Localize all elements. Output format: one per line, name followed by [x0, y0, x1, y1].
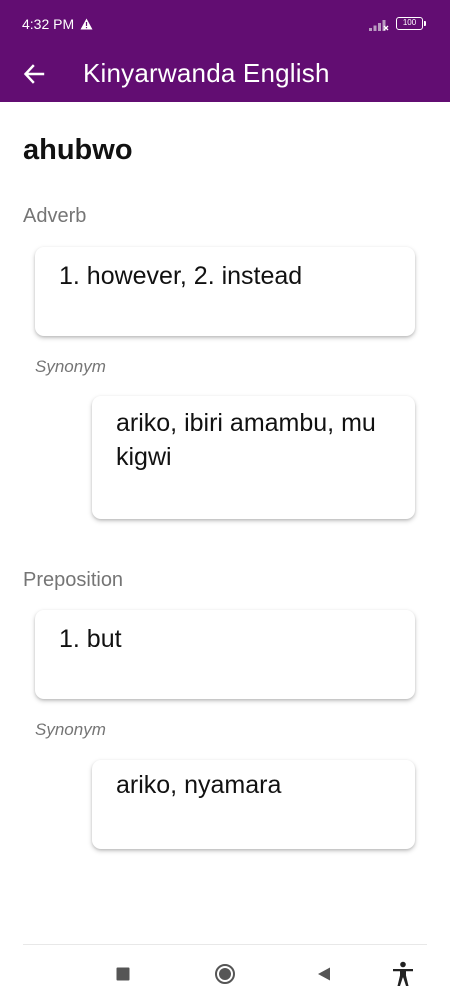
battery-icon: 100 — [396, 17, 426, 30]
back-triangle-icon — [318, 967, 330, 981]
home-button[interactable] — [210, 959, 240, 989]
recents-square-icon — [116, 967, 130, 981]
recents-button[interactable] — [108, 959, 138, 989]
accessibility-icon — [393, 961, 413, 986]
warning-icon — [80, 17, 93, 35]
definition-card: 1. but — [35, 610, 415, 699]
status-bar: 4:32 PM 100 — [0, 0, 450, 46]
accessibility-button[interactable] — [388, 959, 418, 989]
app-title: Kinyarwanda English — [83, 58, 330, 88]
synonym-label: Synonym — [35, 720, 106, 739]
arrow-left-icon — [23, 64, 45, 84]
home-circle-icon — [215, 964, 235, 984]
synonym-card: ariko, ibiri amambu, mu kigwi — [92, 396, 415, 519]
definition-text: 1. but — [59, 625, 122, 653]
back-nav-button[interactable] — [309, 959, 339, 989]
app-bar: Kinyarwanda English — [0, 46, 450, 102]
definition-card: 1. however, 2. instead — [35, 247, 415, 336]
definition-text: 1. however, 2. instead — [59, 262, 303, 290]
synonym-text: ariko, nyamara — [116, 771, 282, 799]
part-of-speech-label: Adverb — [23, 205, 87, 227]
synonym-card: ariko, nyamara — [92, 760, 415, 849]
headword: ahubwo — [23, 134, 133, 166]
status-time: 4:32 PM — [22, 16, 75, 32]
synonym-text: ariko, ibiri amambu, mu kigwi — [116, 409, 376, 471]
part-of-speech-label: Preposition — [23, 569, 124, 591]
back-button[interactable] — [14, 54, 54, 94]
synonym-label: Synonym — [35, 357, 106, 376]
signal-icon — [369, 18, 389, 36]
navigation-bar — [0, 945, 450, 1000]
screen: 4:32 PM 100 Kinyarwanda English ahubwo A… — [0, 0, 450, 1000]
